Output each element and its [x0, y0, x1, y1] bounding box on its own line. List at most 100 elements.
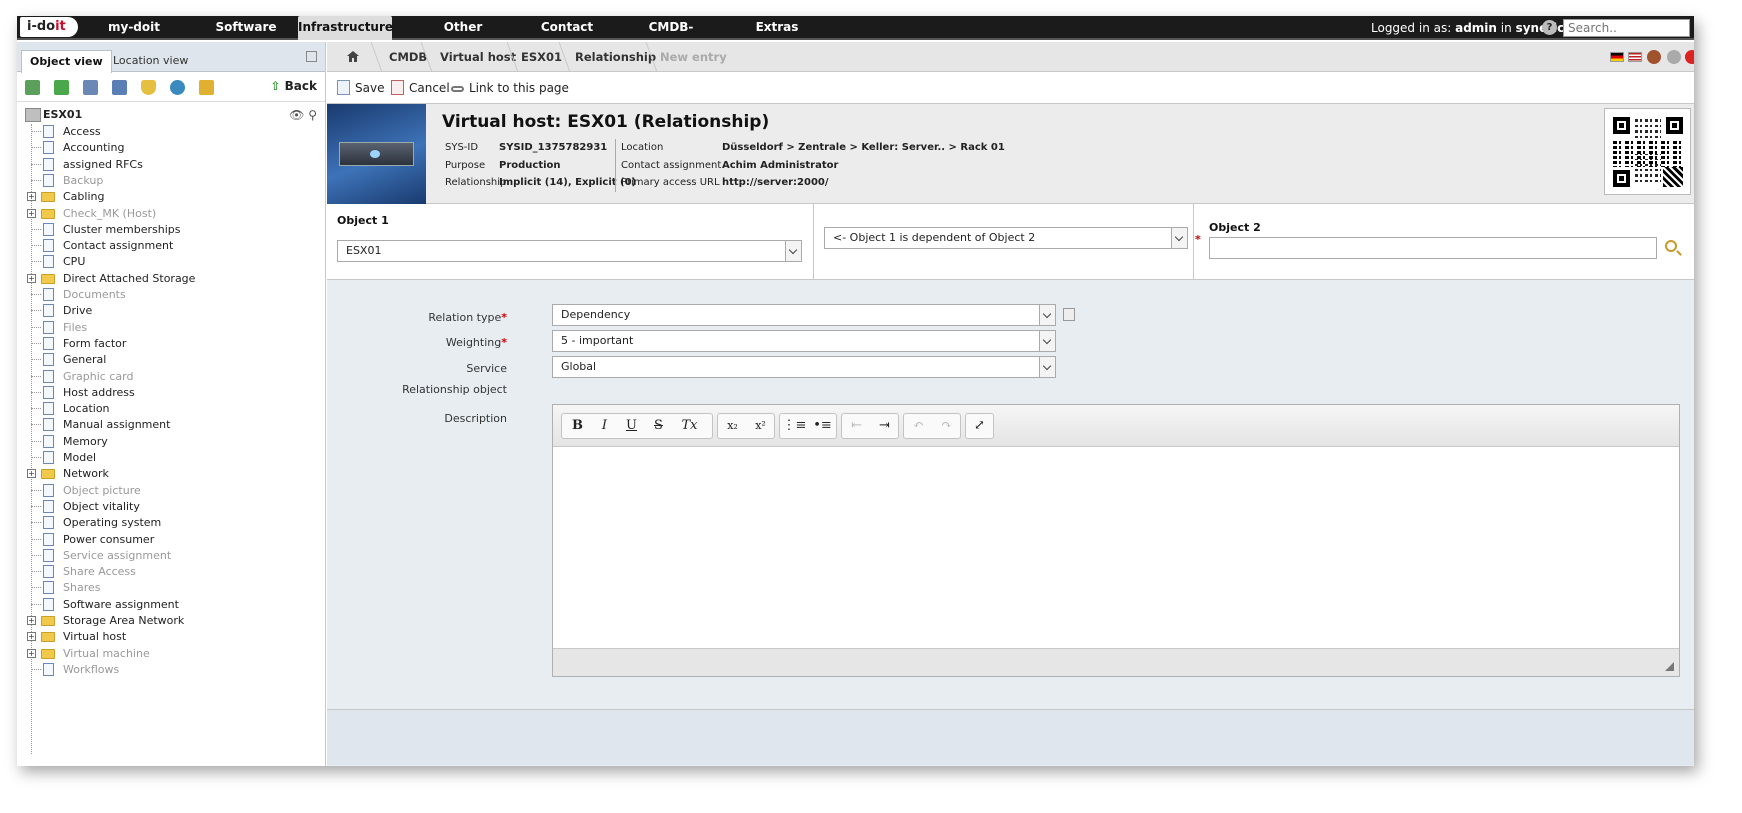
expand-icon[interactable]: + — [27, 192, 36, 202]
copy-icon[interactable] — [1063, 308, 1075, 321]
save-button[interactable]: Save — [337, 72, 384, 104]
cancel-button[interactable]: Cancel — [391, 72, 450, 104]
required-marker: * — [1195, 233, 1201, 246]
table-icon[interactable] — [83, 80, 98, 95]
bullet-list-icon[interactable]: •≡ — [809, 414, 836, 438]
resize-handle-icon[interactable] — [1665, 662, 1674, 671]
globe-icon[interactable] — [170, 80, 185, 95]
tree-connector — [31, 408, 41, 410]
superscript-button[interactable]: x² — [747, 414, 774, 438]
user-icon[interactable] — [1647, 50, 1661, 64]
subscript-button[interactable]: x₂ — [719, 414, 746, 438]
location-value[interactable]: Düsseldorf > Zentrale > Keller: Server..… — [722, 142, 1005, 153]
tab-object-view[interactable]: Object view — [21, 50, 112, 73]
contact-label: Contact assignment — [621, 160, 722, 171]
tree-tools: 👁 ⚲ — [289, 108, 317, 122]
link-to-page-button[interactable]: Link to this page — [451, 72, 569, 104]
expand-icon[interactable]: + — [27, 632, 36, 642]
contact-value[interactable]: Achim Administrator — [722, 160, 838, 171]
search-input[interactable] — [1563, 19, 1690, 37]
folder-icon — [41, 469, 55, 480]
weighting-select[interactable]: 5 - important — [552, 330, 1056, 352]
book-icon[interactable] — [112, 80, 127, 95]
maximize-icon[interactable]: ⤢ — [966, 414, 993, 438]
relation-type-select[interactable]: Dependency — [552, 304, 1056, 326]
home-icon[interactable] — [347, 51, 359, 62]
expand-icon[interactable]: + — [27, 616, 36, 625]
document-icon — [43, 353, 54, 367]
tree-connector — [31, 571, 41, 573]
tree-item-label: Storage Area Network — [63, 614, 185, 627]
tree-connector — [31, 359, 41, 361]
tree-item-label: Accounting — [63, 141, 125, 155]
history-group: ↶ ↷ — [903, 413, 961, 439]
tree-structure-icon[interactable] — [25, 80, 40, 95]
object2-input[interactable] — [1209, 237, 1657, 259]
us-flag-icon[interactable] — [1628, 52, 1642, 62]
script-group: x₂ x² — [717, 413, 775, 439]
outdent-icon[interactable]: ⇤ — [843, 414, 870, 438]
tree-connector — [31, 603, 41, 605]
tree-connector — [31, 668, 41, 670]
italic-button[interactable]: I — [591, 414, 618, 438]
tree-item-label: Direct Attached Storage — [63, 271, 196, 285]
eye-icon[interactable]: 👁 — [289, 108, 304, 122]
left-panel: Object view Location view ⇧ Back ESX01 👁… — [17, 42, 326, 766]
strike-button[interactable]: S — [645, 414, 672, 438]
nav-cmdb-explorer[interactable]: CMDB-Explorer — [621, 16, 721, 56]
shield-icon[interactable] — [141, 80, 156, 95]
expand-icon[interactable]: + — [27, 208, 36, 218]
expand-icon[interactable]: + — [27, 273, 36, 283]
expand-icon[interactable] — [54, 80, 69, 95]
list-group: ⋮≡ •≡ — [779, 413, 837, 439]
object1-select[interactable]: ESX01 — [337, 240, 802, 262]
logout-icon[interactable] — [1685, 50, 1694, 64]
popout-icon[interactable] — [306, 51, 317, 62]
nav-other[interactable]: Other — [433, 16, 493, 40]
search-icon[interactable] — [1665, 240, 1677, 252]
document-icon — [43, 516, 54, 530]
tree-item-label: Service assignment — [63, 548, 172, 562]
bold-button[interactable]: B — [564, 414, 591, 438]
nav-software[interactable]: Software — [207, 16, 285, 40]
german-flag-icon[interactable] — [1610, 52, 1624, 62]
document-icon — [43, 141, 54, 155]
url-value[interactable]: http://server:2000/ — [722, 177, 829, 188]
tree-item-label: assigned RFCs — [63, 157, 143, 171]
nav-infrastructure[interactable]: Infrastructure — [298, 16, 393, 40]
user-name[interactable]: admin — [1455, 21, 1497, 35]
expand-icon[interactable]: + — [27, 648, 36, 658]
qr-code[interactable] — [1604, 108, 1691, 195]
underline-button[interactable]: U — [618, 414, 645, 438]
tree-root-label: ESX01 — [43, 108, 83, 121]
help-icon[interactable]: ? — [1542, 20, 1557, 35]
tree-item-label: Host address — [63, 385, 135, 399]
gear-icon[interactable] — [1667, 50, 1681, 64]
lock-icon[interactable] — [199, 80, 214, 95]
tab-location-view[interactable]: Location view — [105, 50, 196, 73]
remove-format-button[interactable]: Tx — [676, 414, 703, 438]
i-doit-logo[interactable]: i-doit — [20, 17, 78, 37]
relation-type-label: Relation type* — [428, 311, 507, 324]
nav-contact[interactable]: Contact — [532, 16, 602, 40]
left-toolbar: ⇧ Back — [17, 72, 325, 102]
sysid-label: SYS-ID — [445, 142, 479, 153]
cancel-icon — [391, 80, 404, 95]
expand-icon[interactable]: + — [27, 469, 36, 479]
tree-item-label: Object vitality — [63, 499, 140, 513]
numbered-list-icon[interactable]: ⋮≡ — [781, 414, 808, 438]
document-icon — [43, 451, 54, 464]
direction-select[interactable]: <- Object 1 is dependent of Object 2 — [824, 227, 1188, 249]
redo-icon[interactable]: ↷ — [933, 414, 960, 438]
description-editor[interactable]: B I U S Tx x₂ x² ⋮≡ •≡ ⇤ ⇥ ↶ ↷ ⤢ — [552, 404, 1680, 677]
back-button[interactable]: ⇧ Back — [270, 79, 317, 93]
nav-my-doit[interactable]: my-doit — [101, 16, 167, 40]
nav-extras[interactable]: Extras — [747, 16, 807, 40]
indent-icon[interactable]: ⇥ — [871, 414, 898, 438]
undo-icon[interactable]: ↶ — [905, 414, 932, 438]
tree-root[interactable]: ESX01 — [25, 106, 82, 124]
magnifier-icon[interactable]: ⚲ — [308, 108, 317, 122]
tree-item-label: Form factor — [63, 336, 127, 350]
editor-body[interactable] — [553, 447, 1679, 649]
service-select[interactable]: Global — [552, 356, 1056, 378]
